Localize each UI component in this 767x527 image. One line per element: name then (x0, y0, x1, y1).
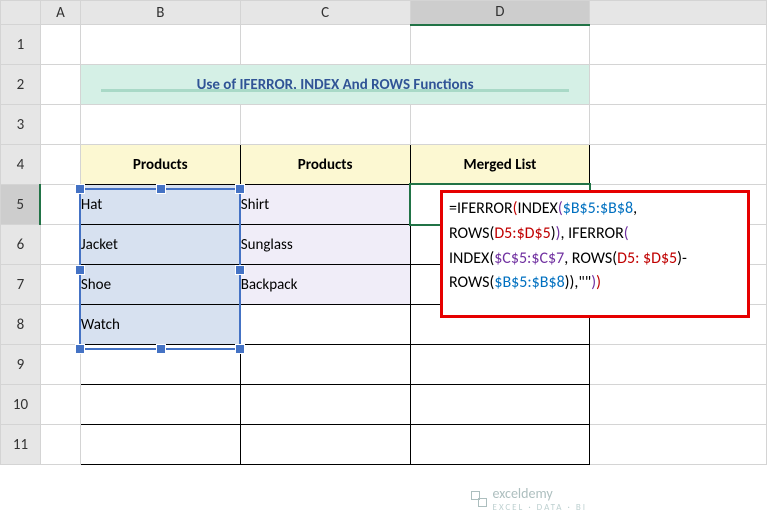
row-header-8[interactable]: 8 (1, 305, 41, 345)
header-merged-list[interactable]: Merged List (410, 145, 590, 185)
row-header-6[interactable]: 6 (1, 225, 41, 265)
formula-range: D5: (617, 249, 639, 268)
header-products-b[interactable]: Products (80, 145, 240, 185)
formula-token: ROWS (449, 273, 489, 292)
title-underline (101, 89, 569, 92)
formula-token: INDEX (449, 249, 489, 268)
row-header-10[interactable]: 10 (1, 385, 41, 425)
watermark-tag: EXCEL · DATA · BI (493, 502, 587, 513)
cell-A2[interactable] (40, 65, 80, 105)
cell-C9[interactable] (240, 345, 410, 385)
col-header-B[interactable]: B (80, 1, 240, 25)
cell-B5[interactable]: Hat (80, 185, 240, 225)
row-header-11[interactable]: 11 (1, 425, 41, 465)
cell-tail-1[interactable] (590, 25, 767, 65)
formula-range: D5:$D$5 (494, 224, 550, 243)
formula-token: ROWS (449, 224, 489, 243)
cell-B10[interactable] (80, 385, 240, 425)
formula-token: ROWS (572, 249, 612, 268)
formula-token: INDEX (518, 199, 558, 218)
watermark: exceldemy EXCEL · DATA · BI (471, 485, 587, 513)
formula-token: IFERROR (568, 224, 624, 243)
col-header-tail[interactable] (590, 1, 767, 25)
cell-B7[interactable]: Shoe (80, 265, 240, 305)
cell-A1[interactable] (40, 25, 80, 65)
col-header-A[interactable]: A (40, 1, 80, 25)
row-header-9[interactable]: 9 (1, 345, 41, 385)
col-header-C[interactable]: C (240, 1, 410, 25)
formula-token: , (633, 199, 637, 218)
cell-D9[interactable] (410, 345, 590, 385)
formula-range: $D$5 (643, 249, 677, 268)
cell-C8[interactable] (240, 305, 410, 345)
row-header-1[interactable]: 1 (1, 25, 41, 65)
cell-B1[interactable] (80, 25, 240, 65)
formula-token: IFERROR (457, 199, 513, 218)
cell-C5[interactable]: Shirt (240, 185, 410, 225)
formula-token: = (449, 199, 457, 218)
cell-tail-2[interactable] (590, 65, 767, 105)
title-merged-cell[interactable]: Use of IFERROR, INDEX And ROWS Functions (80, 65, 589, 105)
header-products-c[interactable]: Products (240, 145, 410, 185)
select-all-corner[interactable] (1, 1, 41, 25)
row-header-2[interactable]: 2 (1, 65, 41, 105)
logo-icon (471, 491, 487, 507)
formula-range: $B$5:$B$8 (563, 199, 633, 218)
cell-B6[interactable]: Jacket (80, 225, 240, 265)
formula-range: $B$5:$B$8 (494, 273, 564, 292)
formula-token: ) (596, 273, 601, 292)
watermark-name: exceldemy (493, 485, 587, 502)
row-header-3[interactable]: 3 (1, 105, 41, 145)
formula-callout: =IFERROR(INDEX($B$5:$B$8, ROWS(D5:$D$5))… (440, 190, 750, 318)
col-header-D[interactable]: D (410, 1, 590, 25)
formula-token: "" (578, 273, 591, 292)
cell-C1[interactable] (240, 25, 410, 65)
cell-B9[interactable] (80, 345, 240, 385)
cell-B11[interactable] (80, 425, 240, 465)
formula-token: - (682, 249, 687, 268)
formula-token: , (564, 249, 572, 268)
cell-D10[interactable] (410, 385, 590, 425)
cell-C11[interactable] (240, 425, 410, 465)
cell-B8[interactable]: Watch (80, 305, 240, 345)
formula-token: , (560, 224, 568, 243)
row-header-4[interactable]: 4 (1, 145, 41, 185)
row-header-7[interactable]: 7 (1, 265, 41, 305)
formula-range: $C$5:$C$7 (494, 249, 564, 268)
row-header-5[interactable]: 5 (1, 185, 41, 225)
cell-C7[interactable]: Backpack (240, 265, 410, 305)
cell-A4[interactable] (40, 145, 80, 185)
cell-D1[interactable] (410, 25, 590, 65)
formula-token: ( (624, 224, 629, 243)
cell-D11[interactable] (410, 425, 590, 465)
cell-C10[interactable] (240, 385, 410, 425)
cell-C6[interactable]: Sunglass (240, 225, 410, 265)
